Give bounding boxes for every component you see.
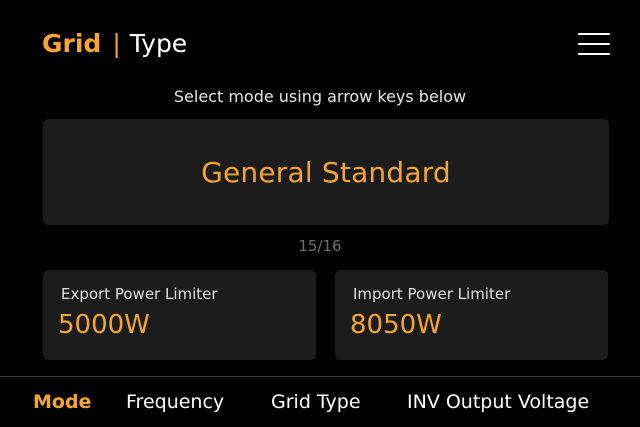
header-section: Grid [42,29,102,58]
header-separator: | [112,29,121,58]
mode-page-counter: 15/16 [298,237,342,255]
export-power-limiter-card[interactable]: Export Power Limiter 5000W [43,270,316,360]
import-power-limiter-card[interactable]: Import Power Limiter 8050W [335,270,608,360]
bottom-tab-bar: Mode Frequency Grid Type INV Output Volt… [0,376,640,427]
menu-bar-middle [578,43,610,45]
menu-bar-bottom [578,53,610,55]
tab-grid-type[interactable]: Grid Type [271,389,361,415]
hamburger-menu-icon[interactable] [576,30,612,58]
tab-mode[interactable]: Mode [33,389,91,415]
export-power-limiter-label: Export Power Limiter [61,285,218,303]
instruction-text: Select mode using arrow keys below [173,87,467,106]
page-title: Grid | Type [42,24,187,64]
selected-mode-value: General Standard [201,155,451,189]
tab-inv-output-voltage[interactable]: INV Output Voltage [407,389,589,415]
tab-frequency[interactable]: Frequency [126,389,224,415]
menu-bar-top [578,33,610,35]
mode-selector-card[interactable]: General Standard [43,119,609,225]
export-power-limiter-value: 5000W [58,310,150,340]
import-power-limiter-value: 8050W [350,310,442,340]
header-subsection: Type [129,29,188,58]
import-power-limiter-label: Import Power Limiter [353,285,511,303]
